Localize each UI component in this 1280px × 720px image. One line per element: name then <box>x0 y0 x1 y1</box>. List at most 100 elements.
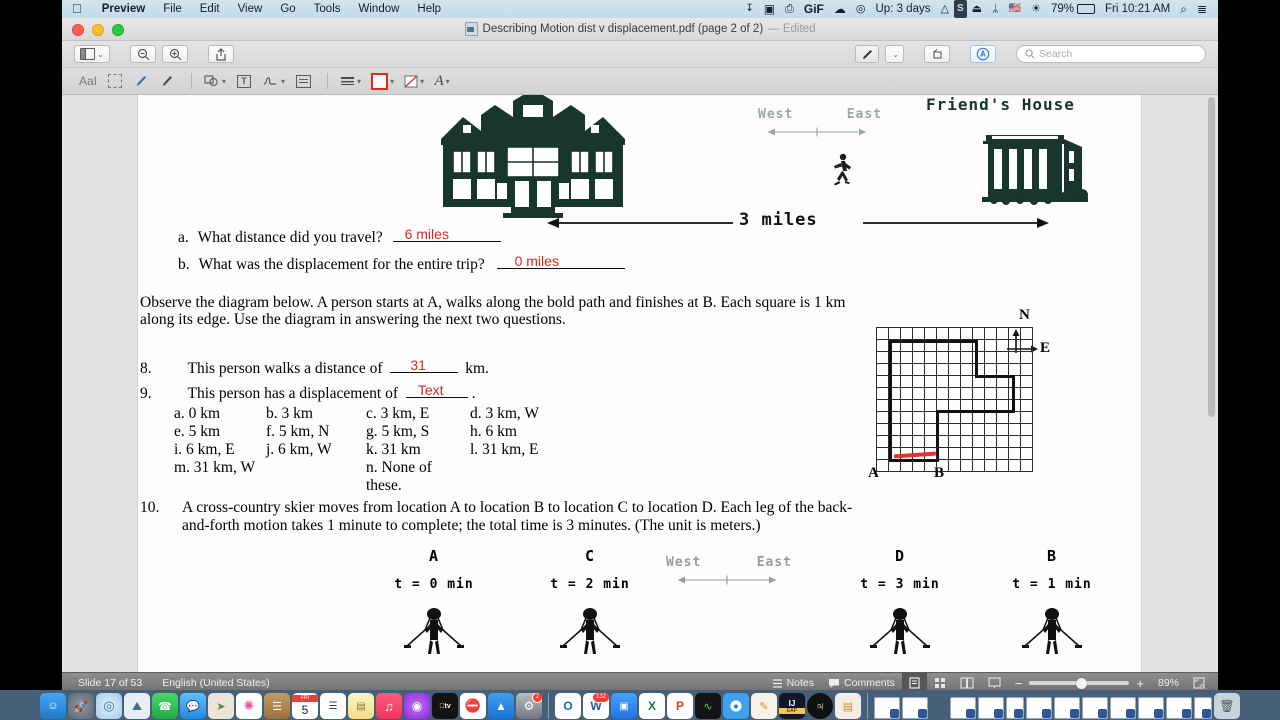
dock-item-notes[interactable]: ▤ <box>348 693 374 719</box>
choice-l[interactable]: l. 31 km, E <box>470 441 538 459</box>
control-center-icon[interactable]: ≣ <box>1192 0 1212 18</box>
zoom-slider-knob[interactable] <box>1076 677 1088 689</box>
dock-item-system-preferences[interactable]: ⚙ 2 <box>516 693 542 719</box>
window-title[interactable]: Describing Motion dist v displacement.pd… <box>464 22 815 36</box>
dock-item-news[interactable]: ⛔ <box>460 693 486 719</box>
sign-tool[interactable]: ▾ <box>259 71 288 91</box>
dock-recent-4[interactable] <box>1026 697 1052 719</box>
annotate-button[interactable] <box>970 45 996 63</box>
instant-alpha-tool[interactable] <box>130 71 152 91</box>
dock-item-intellij[interactable]: IJ EAP <box>779 693 805 719</box>
question-b-blank[interactable]: 0 miles <box>496 253 625 269</box>
choice-h[interactable]: h. 6 km <box>470 423 517 441</box>
menu-item-preview[interactable]: Preview <box>93 0 154 18</box>
markup-options-button[interactable]: ⌄ <box>885 45 904 63</box>
zoom-in-button[interactable] <box>162 45 188 63</box>
dock-recent-6[interactable] <box>1082 697 1108 719</box>
shapes-tool[interactable]: ▾ <box>201 71 229 91</box>
apple-logo-icon[interactable]:  <box>62 2 93 16</box>
spotlight-search-icon[interactable]: ⌕ <box>1175 0 1192 18</box>
dock-item-maps[interactable]: ➤ <box>208 693 234 719</box>
airplay-icon[interactable]: ⏏ <box>967 0 987 18</box>
dock-item-photos[interactable]: ✺ <box>236 693 262 719</box>
dock-recent-8[interactable] <box>1138 697 1164 719</box>
dock-item-word[interactable]: W 132 <box>583 693 609 719</box>
dock-item-safari[interactable]: ◎ <box>96 693 122 719</box>
battery-indicator[interactable]: 79% <box>1046 0 1100 18</box>
printer-icon[interactable]: ⎙ <box>780 0 799 18</box>
share-button[interactable] <box>208 45 234 63</box>
dock-item-contacts[interactable]: ☰ <box>264 693 290 719</box>
microphone-icon[interactable]: ↧ <box>740 0 758 18</box>
dock-minimized-preview-window[interactable] <box>874 697 900 719</box>
choice-j[interactable]: j. 6 km, W <box>266 441 366 459</box>
text-tool[interactable]: T <box>233 71 255 91</box>
dock-item-app-store[interactable]: ▲ <box>488 693 514 719</box>
dock-item-messages[interactable]: 💬 <box>180 693 206 719</box>
menu-item-edit[interactable]: Edit <box>191 0 229 18</box>
dock-item-excel[interactable]: X <box>639 693 665 719</box>
dock-item-outlook[interactable]: O <box>555 693 581 719</box>
dock-recent-1[interactable] <box>950 697 976 719</box>
dock-item-launchpad[interactable]: 🚀 <box>68 693 94 719</box>
question-8-blank[interactable]: 31 <box>390 357 459 373</box>
dock-recent-10[interactable] <box>1194 697 1212 719</box>
dock-item-preview[interactable]: ⛰ <box>124 693 150 719</box>
dock-item-preview-app[interactable]: ▤ <box>835 693 861 719</box>
menu-item-view[interactable]: View <box>229 0 272 18</box>
question-9-blank[interactable]: Text <box>405 382 468 398</box>
question-a-blank[interactable]: 6 miles <box>392 226 501 242</box>
choice-a[interactable]: a. 0 km <box>174 405 266 423</box>
dock-item-reminders[interactable]: ☰ <box>320 693 346 719</box>
sketch-tool[interactable] <box>156 71 178 91</box>
cloud-icon[interactable]: ☁ <box>829 0 851 18</box>
search-input[interactable]: Search <box>1016 45 1206 63</box>
choice-g[interactable]: g. 5 km, S <box>366 423 470 441</box>
language-indicator[interactable]: English (United States) <box>152 677 279 689</box>
note-tool[interactable] <box>292 71 314 91</box>
maximize-button[interactable] <box>112 24 124 36</box>
dock-item-appletv[interactable]: tv <box>432 693 458 719</box>
dock-item-trash[interactable]: 🗑 <box>1214 693 1240 719</box>
rotate-button[interactable] <box>924 45 950 63</box>
shortcuts-icon[interactable]: S <box>953 0 967 18</box>
dock-item-pages[interactable]: ✎ <box>751 693 777 719</box>
dock-minimized-word-document[interactable] <box>902 697 928 719</box>
dock-item-activity-monitor[interactable]: ∿ <box>695 693 721 719</box>
choice-m[interactable]: m. 31 km, W <box>174 459 366 495</box>
choice-f[interactable]: f. 5 km, N <box>266 423 366 441</box>
dock-item-music[interactable]: ♫ <box>376 693 402 719</box>
bluetooth-icon[interactable]: ᛦ <box>987 0 1004 18</box>
clock[interactable]: Fri 10:21 AM <box>1100 0 1175 18</box>
dock-item-calendar[interactable]: FRI 5 <box>292 693 318 719</box>
uptime-indicator[interactable]: Up: 3 days <box>871 0 936 18</box>
menu-item-file[interactable]: File <box>154 0 191 18</box>
gif-capture-icon[interactable]: GiF <box>799 0 829 18</box>
choice-k[interactable]: k. 31 km <box>366 441 470 459</box>
dock-item-powerpoint[interactable]: P <box>667 693 693 719</box>
close-button[interactable] <box>72 24 84 36</box>
dock-item-finder[interactable]: ☺ <box>40 693 66 719</box>
sidebar-toggle-button[interactable]: ⌄ <box>74 45 110 63</box>
zoom-out-button[interactable] <box>130 45 156 63</box>
dock-item-typora[interactable]: ♃ <box>807 693 833 719</box>
choice-e[interactable]: e. 5 km <box>174 423 266 441</box>
text-selection-tool[interactable]: AaI <box>76 71 100 91</box>
wifi-icon[interactable]: ☀ <box>1026 0 1046 18</box>
choice-d[interactable]: d. 3 km, W <box>470 405 539 423</box>
minimize-button[interactable] <box>92 24 104 36</box>
dock-item-zoom[interactable]: ▣ <box>611 693 637 719</box>
choice-n[interactable]: n. None of these. <box>366 459 470 495</box>
dock-recent-2[interactable] <box>978 697 1004 719</box>
dock-item-facetime[interactable]: ☎ <box>152 693 178 719</box>
border-color-tool[interactable]: ▾ <box>368 71 397 91</box>
dock-recent-9[interactable] <box>1166 697 1192 719</box>
drive-icon[interactable]: △ <box>935 0 953 18</box>
markup-toggle-button[interactable] <box>855 45 880 63</box>
choice-b[interactable]: b. 3 km <box>266 405 366 423</box>
dock-item-chrome[interactable]: ● <box>723 693 749 719</box>
dock-recent-7[interactable] <box>1110 697 1136 719</box>
shape-style-tool[interactable]: ▾ <box>337 71 364 91</box>
screen-recorder-icon[interactable]: ▣ <box>759 0 780 18</box>
menu-item-tools[interactable]: Tools <box>305 0 350 18</box>
